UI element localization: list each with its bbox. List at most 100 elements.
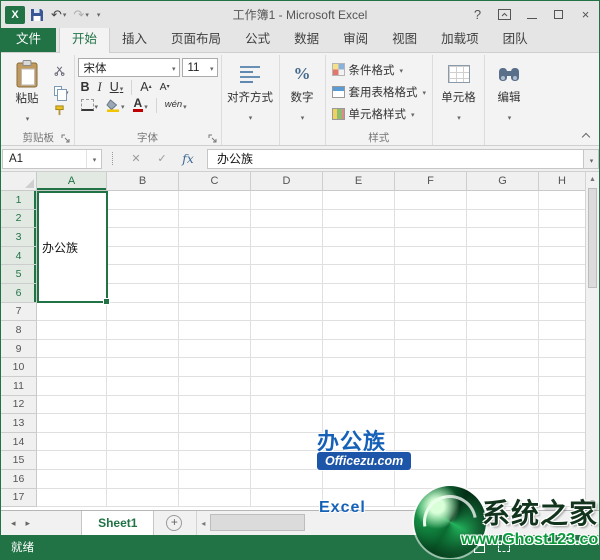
cell-G1[interactable] xyxy=(467,191,539,210)
cell-B4[interactable] xyxy=(107,247,179,266)
column-header-B[interactable]: B xyxy=(107,172,179,191)
cell-D4[interactable] xyxy=(251,247,323,266)
paste-button[interactable]: 粘贴 xyxy=(6,56,48,130)
row-header-3[interactable]: 3 xyxy=(1,228,37,247)
cell-G7[interactable] xyxy=(467,303,539,322)
cell-E13[interactable] xyxy=(323,414,395,433)
cell-C7[interactable] xyxy=(179,303,251,322)
cell-G2[interactable] xyxy=(467,210,539,229)
cell-B17[interactable] xyxy=(107,489,179,508)
tab-page-layout[interactable]: 页面布局 xyxy=(159,24,233,52)
cell-G8[interactable] xyxy=(467,321,539,340)
row-header-1[interactable]: 1 xyxy=(1,191,37,210)
cell-G11[interactable] xyxy=(467,377,539,396)
copy-button[interactable] xyxy=(52,83,71,98)
column-header-D[interactable]: D xyxy=(251,172,323,191)
cell-C1[interactable] xyxy=(179,191,251,210)
tab-formulas[interactable]: 公式 xyxy=(233,24,282,52)
cell-D10[interactable] xyxy=(251,358,323,377)
formula-input[interactable]: 办公族 xyxy=(207,149,583,169)
tab-file[interactable]: 文件 xyxy=(1,24,56,52)
cell-A12[interactable] xyxy=(37,396,107,415)
cell-E1[interactable] xyxy=(323,191,395,210)
cell-B3[interactable] xyxy=(107,228,179,247)
cell-C4[interactable] xyxy=(179,247,251,266)
cell-A13[interactable] xyxy=(37,414,107,433)
horizontal-scroll-thumb[interactable] xyxy=(210,514,305,531)
cell-G4[interactable] xyxy=(467,247,539,266)
new-sheet-button[interactable]: + xyxy=(166,515,182,531)
cell-E5[interactable] xyxy=(323,265,395,284)
editing-button[interactable]: 编辑 xyxy=(488,56,530,145)
cut-button[interactable] xyxy=(52,63,71,78)
cell-E8[interactable] xyxy=(323,321,395,340)
minimize-button[interactable] xyxy=(518,1,545,28)
cell-A15[interactable] xyxy=(37,451,107,470)
cell-F9[interactable] xyxy=(395,340,467,359)
cell-G15[interactable] xyxy=(467,451,539,470)
column-header-H[interactable]: H xyxy=(539,172,585,191)
cell-B16[interactable] xyxy=(107,470,179,489)
scroll-left-button[interactable]: ◂ xyxy=(197,519,209,528)
cell-F15[interactable] xyxy=(395,451,467,470)
cell-F12[interactable] xyxy=(395,396,467,415)
column-header-A[interactable]: A xyxy=(37,172,107,191)
cell-B7[interactable] xyxy=(107,303,179,322)
cell-H8[interactable] xyxy=(539,321,585,340)
horizontal-scroll-track[interactable] xyxy=(209,511,587,535)
maximize-button[interactable] xyxy=(545,1,572,28)
borders-button[interactable] xyxy=(78,97,102,113)
cell-H10[interactable] xyxy=(539,358,585,377)
horizontal-scrollbar[interactable]: ◂ ▸ xyxy=(196,511,599,535)
scroll-right-button[interactable]: ▸ xyxy=(587,519,599,528)
tab-view[interactable]: 视图 xyxy=(380,24,429,52)
cell-C15[interactable] xyxy=(179,451,251,470)
cell-H2[interactable] xyxy=(539,210,585,229)
cell-E7[interactable] xyxy=(323,303,395,322)
cell-D7[interactable] xyxy=(251,303,323,322)
cell-B6[interactable] xyxy=(107,284,179,303)
cell-E3[interactable] xyxy=(323,228,395,247)
cell-F6[interactable] xyxy=(395,284,467,303)
cell-G13[interactable] xyxy=(467,414,539,433)
cell-A11[interactable] xyxy=(37,377,107,396)
cell-C16[interactable] xyxy=(179,470,251,489)
cell-H13[interactable] xyxy=(539,414,585,433)
number-button[interactable]: % 数字 xyxy=(283,56,322,145)
cell-B1[interactable] xyxy=(107,191,179,210)
cell-D13[interactable] xyxy=(251,414,323,433)
cell-A10[interactable] xyxy=(37,358,107,377)
name-box[interactable]: A1 xyxy=(2,149,102,169)
cell-styles-button[interactable]: 单元格样式 xyxy=(329,103,430,124)
vertical-scroll-track[interactable] xyxy=(586,187,599,495)
excel-app-icon[interactable]: X xyxy=(5,6,25,24)
undo-button[interactable]: ↶ xyxy=(49,6,68,24)
font-color-button[interactable]: A xyxy=(130,97,151,113)
cell-F17[interactable] xyxy=(395,489,467,508)
alignment-button[interactable]: 对齐方式 xyxy=(225,56,276,145)
fill-handle[interactable] xyxy=(103,298,110,305)
underline-button[interactable]: U xyxy=(107,79,127,95)
cell-C10[interactable] xyxy=(179,358,251,377)
cell-E6[interactable] xyxy=(323,284,395,303)
bold-button[interactable]: B xyxy=(78,79,93,95)
format-as-table-button[interactable]: 套用表格格式 xyxy=(329,81,430,102)
enter-button[interactable]: ✓ xyxy=(149,152,175,165)
vertical-scrollbar[interactable]: ▲ ▼ xyxy=(585,172,599,510)
select-all-corner[interactable] xyxy=(1,172,37,191)
tab-data[interactable]: 数据 xyxy=(282,24,331,52)
formula-bar-expand-button[interactable] xyxy=(583,149,599,169)
cell-D12[interactable] xyxy=(251,396,323,415)
decrease-font-size-button[interactable]: A xyxy=(157,79,173,95)
cell-H15[interactable] xyxy=(539,451,585,470)
row-header-9[interactable]: 9 xyxy=(1,340,37,359)
cell-F14[interactable] xyxy=(395,433,467,452)
qat-customize-button[interactable] xyxy=(94,6,103,24)
redo-button[interactable]: ↷ xyxy=(71,6,90,24)
cell-E11[interactable] xyxy=(323,377,395,396)
cell-B11[interactable] xyxy=(107,377,179,396)
italic-button[interactable]: I xyxy=(95,79,105,95)
view-page-break-button[interactable] xyxy=(495,539,513,555)
cell-D2[interactable] xyxy=(251,210,323,229)
cell-C14[interactable] xyxy=(179,433,251,452)
